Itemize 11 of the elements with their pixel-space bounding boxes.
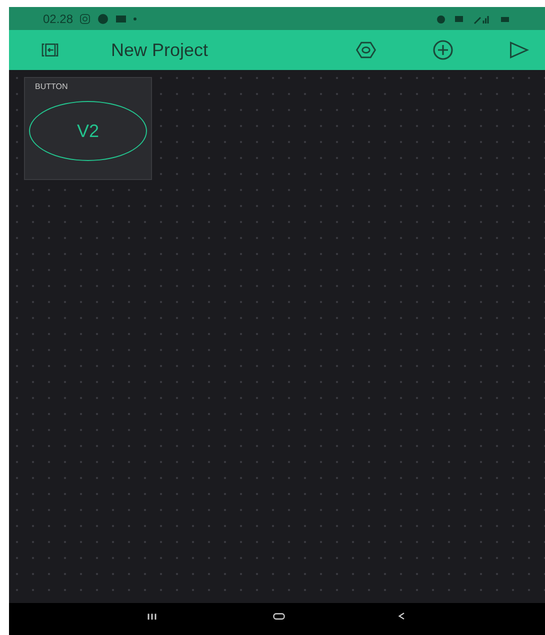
hexagon-icon[interactable]: [353, 39, 379, 61]
round-button[interactable]: V2: [29, 101, 147, 161]
button-widget[interactable]: BUTTON V2: [24, 77, 152, 180]
status-time: 02.28: [43, 10, 74, 28]
instagram-icon: [79, 12, 92, 24]
project-title: New Project: [111, 38, 208, 62]
play-icon[interactable]: [507, 39, 531, 61]
add-icon[interactable]: [431, 38, 455, 62]
dot-icon: [133, 16, 138, 20]
pin-label: V2: [76, 120, 100, 142]
widget-label: BUTTON: [34, 83, 69, 91]
